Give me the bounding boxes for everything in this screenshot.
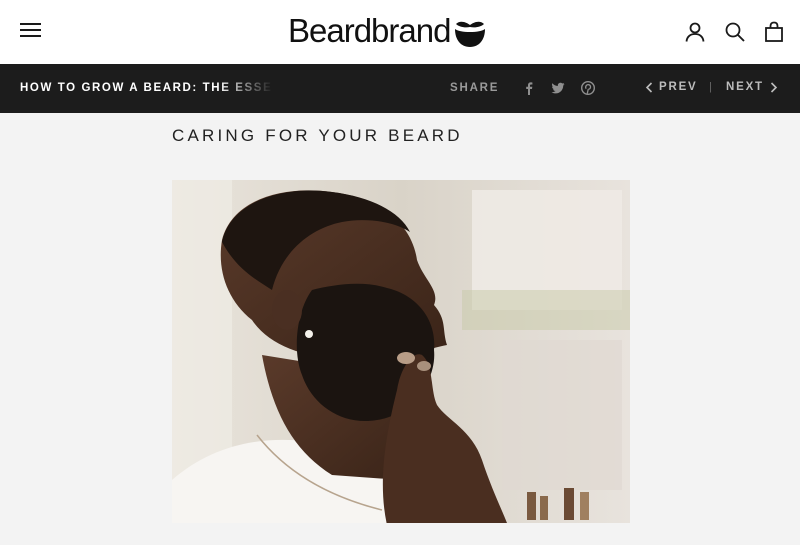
article-title: HOW TO GROW A BEARD: THE ESSENTIALS [20, 82, 273, 94]
site-header: Beardbrand [0, 0, 800, 64]
prev-label: PREV [659, 81, 698, 93]
share-label: SHARE [450, 82, 500, 94]
brand-logo[interactable]: Beardbrand [288, 10, 486, 52]
cart-icon[interactable] [762, 20, 786, 44]
beard-care-photo [172, 180, 630, 523]
brand-name: Beardbrand [288, 12, 451, 49]
section-title: CARING FOR YOUR BEARD [172, 126, 463, 145]
photo-illustration [172, 180, 630, 523]
article-bar: HOW TO GROW A BEARD: THE ESSENTIALS SHAR… [0, 64, 800, 113]
twitter-icon[interactable] [551, 81, 565, 95]
beard-logo-icon [455, 21, 486, 47]
prev-link[interactable]: PREV [645, 81, 698, 93]
menu-icon[interactable] [18, 19, 44, 41]
facebook-icon[interactable] [522, 81, 536, 95]
chevron-right-icon [770, 81, 778, 93]
next-label: NEXT [726, 81, 764, 93]
pinterest-icon[interactable] [581, 81, 595, 95]
search-icon[interactable] [723, 20, 747, 44]
nav-separator: | [709, 81, 712, 93]
chevron-left-icon [645, 81, 653, 93]
account-icon[interactable] [683, 20, 707, 44]
next-link[interactable]: NEXT [726, 81, 778, 93]
